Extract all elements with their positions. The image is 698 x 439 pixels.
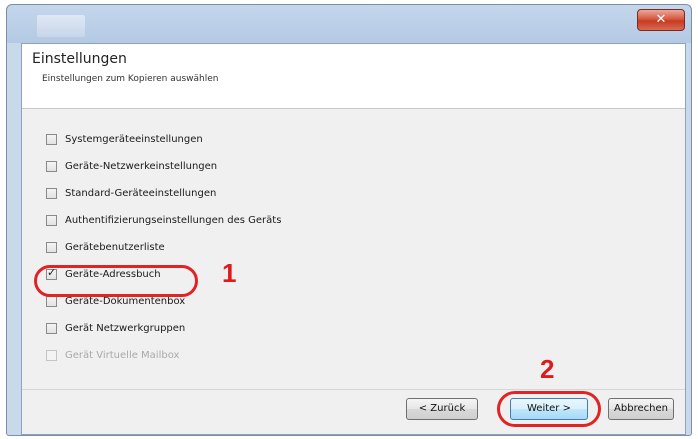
checkbox-disabled bbox=[46, 349, 57, 361]
option-virtual-mailbox: Gerät Virtuelle Mailbox bbox=[46, 346, 179, 364]
close-button[interactable]: ✕ bbox=[637, 9, 685, 31]
checkbox-label: Gerätebenutzerliste bbox=[65, 241, 165, 253]
step-2-callout: 2 bbox=[540, 354, 555, 384]
app-icon bbox=[37, 15, 85, 37]
checkbox[interactable] bbox=[46, 133, 57, 145]
step-1-callout: 1 bbox=[222, 258, 237, 288]
option-default-settings[interactable]: Standard-Geräteeinstellungen bbox=[46, 184, 216, 202]
page-title: Einstellungen bbox=[32, 51, 127, 67]
option-user-list[interactable]: Gerätebenutzerliste bbox=[46, 238, 165, 256]
checkbox[interactable] bbox=[46, 214, 57, 226]
checkbox[interactable] bbox=[46, 160, 57, 172]
checkbox[interactable] bbox=[46, 187, 57, 199]
highlight-ring-step-2 bbox=[497, 391, 601, 427]
option-network-groups[interactable]: Gerät Netzwerkgruppen bbox=[46, 319, 185, 337]
checkbox-label: Authentifizierungseinstellungen des Gerä… bbox=[65, 214, 282, 226]
dialog-header: Einstellungen Einstellungen zum Kopieren… bbox=[22, 44, 685, 109]
checkbox-label: Gerät Netzwerkgruppen bbox=[65, 322, 186, 334]
checkbox[interactable] bbox=[46, 241, 57, 253]
footer-divider bbox=[22, 389, 685, 390]
checkbox-label: Geräte-Dokumentenbox bbox=[65, 295, 186, 307]
checkbox-label: Systemgeräteeinstellungen bbox=[65, 133, 203, 145]
checkbox[interactable] bbox=[46, 322, 57, 334]
option-auth-settings[interactable]: Authentifizierungseinstellungen des Gerä… bbox=[46, 211, 281, 229]
dialog-window: ✕ Einstellungen Einstellungen zum Kopier… bbox=[6, 4, 692, 436]
checkbox-label: Gerät Virtuelle Mailbox bbox=[65, 349, 180, 361]
checkbox-label: Standard-Geräteeinstellungen bbox=[65, 187, 217, 199]
checkbox-label: Geräte-Netzwerkeinstellungen bbox=[65, 160, 218, 172]
option-system-settings[interactable]: Systemgeräteeinstellungen bbox=[46, 130, 203, 148]
page-subtitle: Einstellungen zum Kopieren auswählen bbox=[42, 74, 219, 84]
option-network-settings[interactable]: Geräte-Netzwerkeinstellungen bbox=[46, 157, 217, 175]
cancel-button[interactable]: Abbrechen bbox=[608, 398, 674, 420]
back-button[interactable]: < Zurück bbox=[406, 398, 478, 420]
dialog-client-area: Einstellungen Einstellungen zum Kopieren… bbox=[21, 43, 686, 435]
checkbox[interactable] bbox=[46, 295, 57, 307]
highlight-ring-step-1 bbox=[34, 265, 198, 297]
